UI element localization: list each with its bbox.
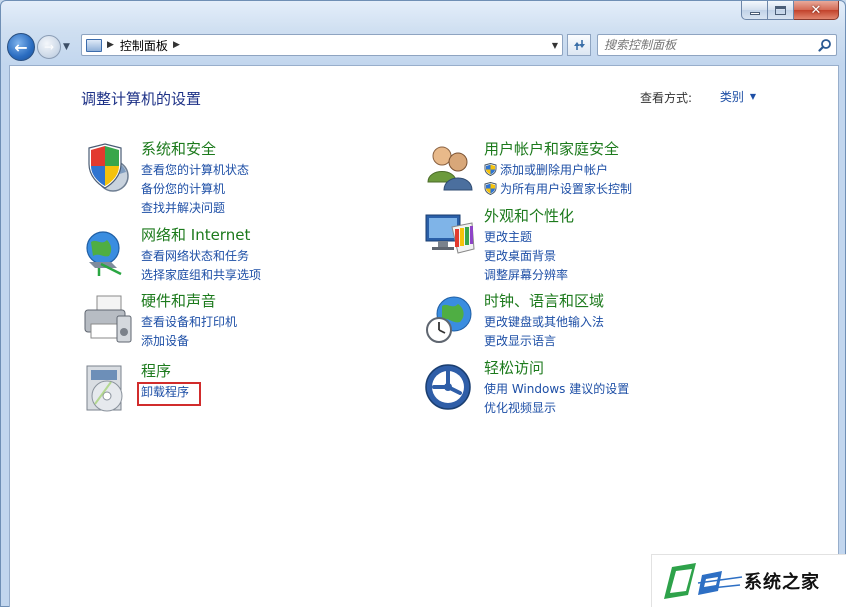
view-by-label: 查看方式: bbox=[639, 91, 692, 105]
navigation-bar: ← → ▼ ▶ 控制面板 ▶ ▼ bbox=[7, 31, 841, 63]
category-title[interactable]: 外观和个性化 bbox=[484, 205, 574, 226]
category-links: 更改主题 更改桌面背景 调整屏幕分辨率 bbox=[484, 228, 568, 285]
link-screen-resolution[interactable]: 调整屏幕分辨率 bbox=[484, 266, 568, 285]
highlight-box bbox=[137, 382, 201, 406]
network-globe-icon[interactable] bbox=[81, 228, 133, 280]
category-links: 查看设备和打印机 添加设备 bbox=[141, 313, 237, 351]
link-devices-printers[interactable]: 查看设备和打印机 bbox=[141, 313, 237, 332]
chevron-down-icon: ▼ bbox=[63, 42, 70, 52]
forward-arrow-icon: → bbox=[43, 40, 55, 54]
breadcrumb-separator-icon[interactable]: ▶ bbox=[107, 40, 114, 50]
link-homegroup-sharing[interactable]: 选择家庭组和共享选项 bbox=[141, 266, 261, 285]
control-panel-icon bbox=[86, 38, 102, 52]
category-hardware-sound: 硬件和声音 查看设备和打印机 添加设备 bbox=[81, 290, 411, 370]
category-links: 查看网络状态和任务 选择家庭组和共享选项 bbox=[141, 247, 261, 285]
ease-of-access-icon[interactable] bbox=[424, 361, 476, 413]
link-windows-recommended-settings[interactable]: 使用 Windows 建议的设置 bbox=[484, 380, 629, 399]
view-by-dropdown[interactable]: 类别 ▼ bbox=[720, 88, 756, 105]
back-arrow-icon: ← bbox=[14, 37, 28, 57]
category-appearance: 外观和个性化 更改主题 更改桌面背景 调整屏幕分辨率 bbox=[424, 205, 754, 285]
category-links: 使用 Windows 建议的设置 优化视频显示 bbox=[484, 380, 629, 418]
category-links: 添加或删除用户帐户 为所有用户设置家长控制 bbox=[484, 161, 632, 199]
view-by-value: 类别 bbox=[719, 90, 744, 104]
link-view-computer-status[interactable]: 查看您的计算机状态 bbox=[141, 161, 249, 180]
category-links: 查看您的计算机状态 备份您的计算机 查找并解决问题 bbox=[141, 161, 249, 218]
category-title[interactable]: 时钟、语言和区域 bbox=[484, 290, 604, 311]
printer-icon[interactable] bbox=[81, 294, 133, 346]
refresh-button[interactable] bbox=[567, 34, 591, 56]
users-icon[interactable] bbox=[424, 142, 476, 194]
breadcrumb-separator-icon[interactable]: ▶ bbox=[173, 40, 180, 50]
link-optimize-display[interactable]: 优化视频显示 bbox=[484, 399, 629, 418]
breadcrumb-control-panel[interactable]: 控制面板 bbox=[120, 37, 168, 54]
minimize-icon bbox=[749, 11, 760, 15]
category-programs: 程序 卸载程序 bbox=[81, 360, 411, 440]
minimize-button[interactable] bbox=[741, 1, 768, 20]
chevron-down-icon: ▼ bbox=[551, 40, 559, 50]
uac-shield-icon bbox=[484, 163, 497, 176]
control-panel-window: ✕ ← → ▼ ▶ 控制面板 ▶ ▼ 搜索控制面板 调整计算机的设置 查看方式:… bbox=[0, 0, 846, 607]
site-logo-icon bbox=[664, 563, 743, 599]
link-add-remove-user[interactable]: 添加或删除用户帐户 bbox=[484, 161, 632, 180]
category-ease-of-access: 轻松访问 使用 Windows 建议的设置 优化视频显示 bbox=[424, 357, 754, 437]
category-title[interactable]: 程序 bbox=[141, 360, 171, 381]
caption-buttons: ✕ bbox=[741, 1, 839, 21]
watermark-text: 系统之家 bbox=[744, 572, 820, 593]
category-title[interactable]: 硬件和声音 bbox=[141, 290, 216, 311]
link-text: 为所有用户设置家长控制 bbox=[500, 182, 633, 196]
maximize-button[interactable] bbox=[768, 1, 794, 20]
search-icon[interactable] bbox=[818, 38, 832, 52]
link-change-theme[interactable]: 更改主题 bbox=[484, 228, 568, 247]
security-shield-icon[interactable] bbox=[81, 142, 133, 194]
chevron-down-icon: ▼ bbox=[749, 92, 756, 101]
back-button[interactable]: ← bbox=[7, 33, 35, 61]
link-text: 添加或删除用户帐户 bbox=[500, 163, 609, 177]
uac-shield-icon bbox=[484, 182, 497, 195]
link-change-background[interactable]: 更改桌面背景 bbox=[484, 247, 568, 266]
close-icon: ✕ bbox=[810, 2, 822, 18]
maximize-icon bbox=[775, 5, 786, 15]
link-troubleshoot[interactable]: 查找并解决问题 bbox=[141, 199, 249, 218]
close-button[interactable]: ✕ bbox=[794, 1, 839, 20]
category-title[interactable]: 网络和 Internet bbox=[141, 224, 250, 245]
link-display-language[interactable]: 更改显示语言 bbox=[484, 332, 604, 351]
search-input[interactable] bbox=[604, 38, 814, 52]
refresh-icon bbox=[574, 40, 585, 50]
page-title: 调整计算机的设置 bbox=[81, 90, 202, 108]
category-title[interactable]: 轻松访问 bbox=[484, 357, 544, 378]
link-parental-controls[interactable]: 为所有用户设置家长控制 bbox=[484, 180, 632, 199]
recent-pages-button[interactable]: ▼ bbox=[63, 42, 73, 52]
programs-disc-icon[interactable] bbox=[81, 364, 133, 416]
category-links: 更改键盘或其他输入法 更改显示语言 bbox=[484, 313, 604, 351]
content-pane: 调整计算机的设置 查看方式: 类别 ▼ 系统和安全 查看您的计算机状态 备份您的… bbox=[9, 65, 839, 607]
monitor-palette-icon[interactable] bbox=[424, 209, 476, 261]
link-change-keyboard[interactable]: 更改键盘或其他输入法 bbox=[484, 313, 604, 332]
forward-button[interactable]: → bbox=[37, 35, 61, 59]
category-system-security: 系统和安全 查看您的计算机状态 备份您的计算机 查找并解决问题 bbox=[81, 138, 411, 218]
address-dropdown-button[interactable]: ▼ bbox=[548, 35, 562, 55]
search-box bbox=[597, 34, 837, 56]
link-backup-computer[interactable]: 备份您的计算机 bbox=[141, 180, 249, 199]
link-network-status[interactable]: 查看网络状态和任务 bbox=[141, 247, 261, 266]
link-add-device[interactable]: 添加设备 bbox=[141, 332, 237, 351]
watermark: 系统之家 bbox=[651, 554, 846, 607]
clock-globe-icon[interactable] bbox=[424, 294, 476, 346]
address-bar[interactable]: ▶ 控制面板 ▶ ▼ bbox=[81, 34, 563, 56]
category-title[interactable]: 系统和安全 bbox=[141, 138, 216, 159]
category-title[interactable]: 用户帐户和家庭安全 bbox=[484, 138, 619, 159]
